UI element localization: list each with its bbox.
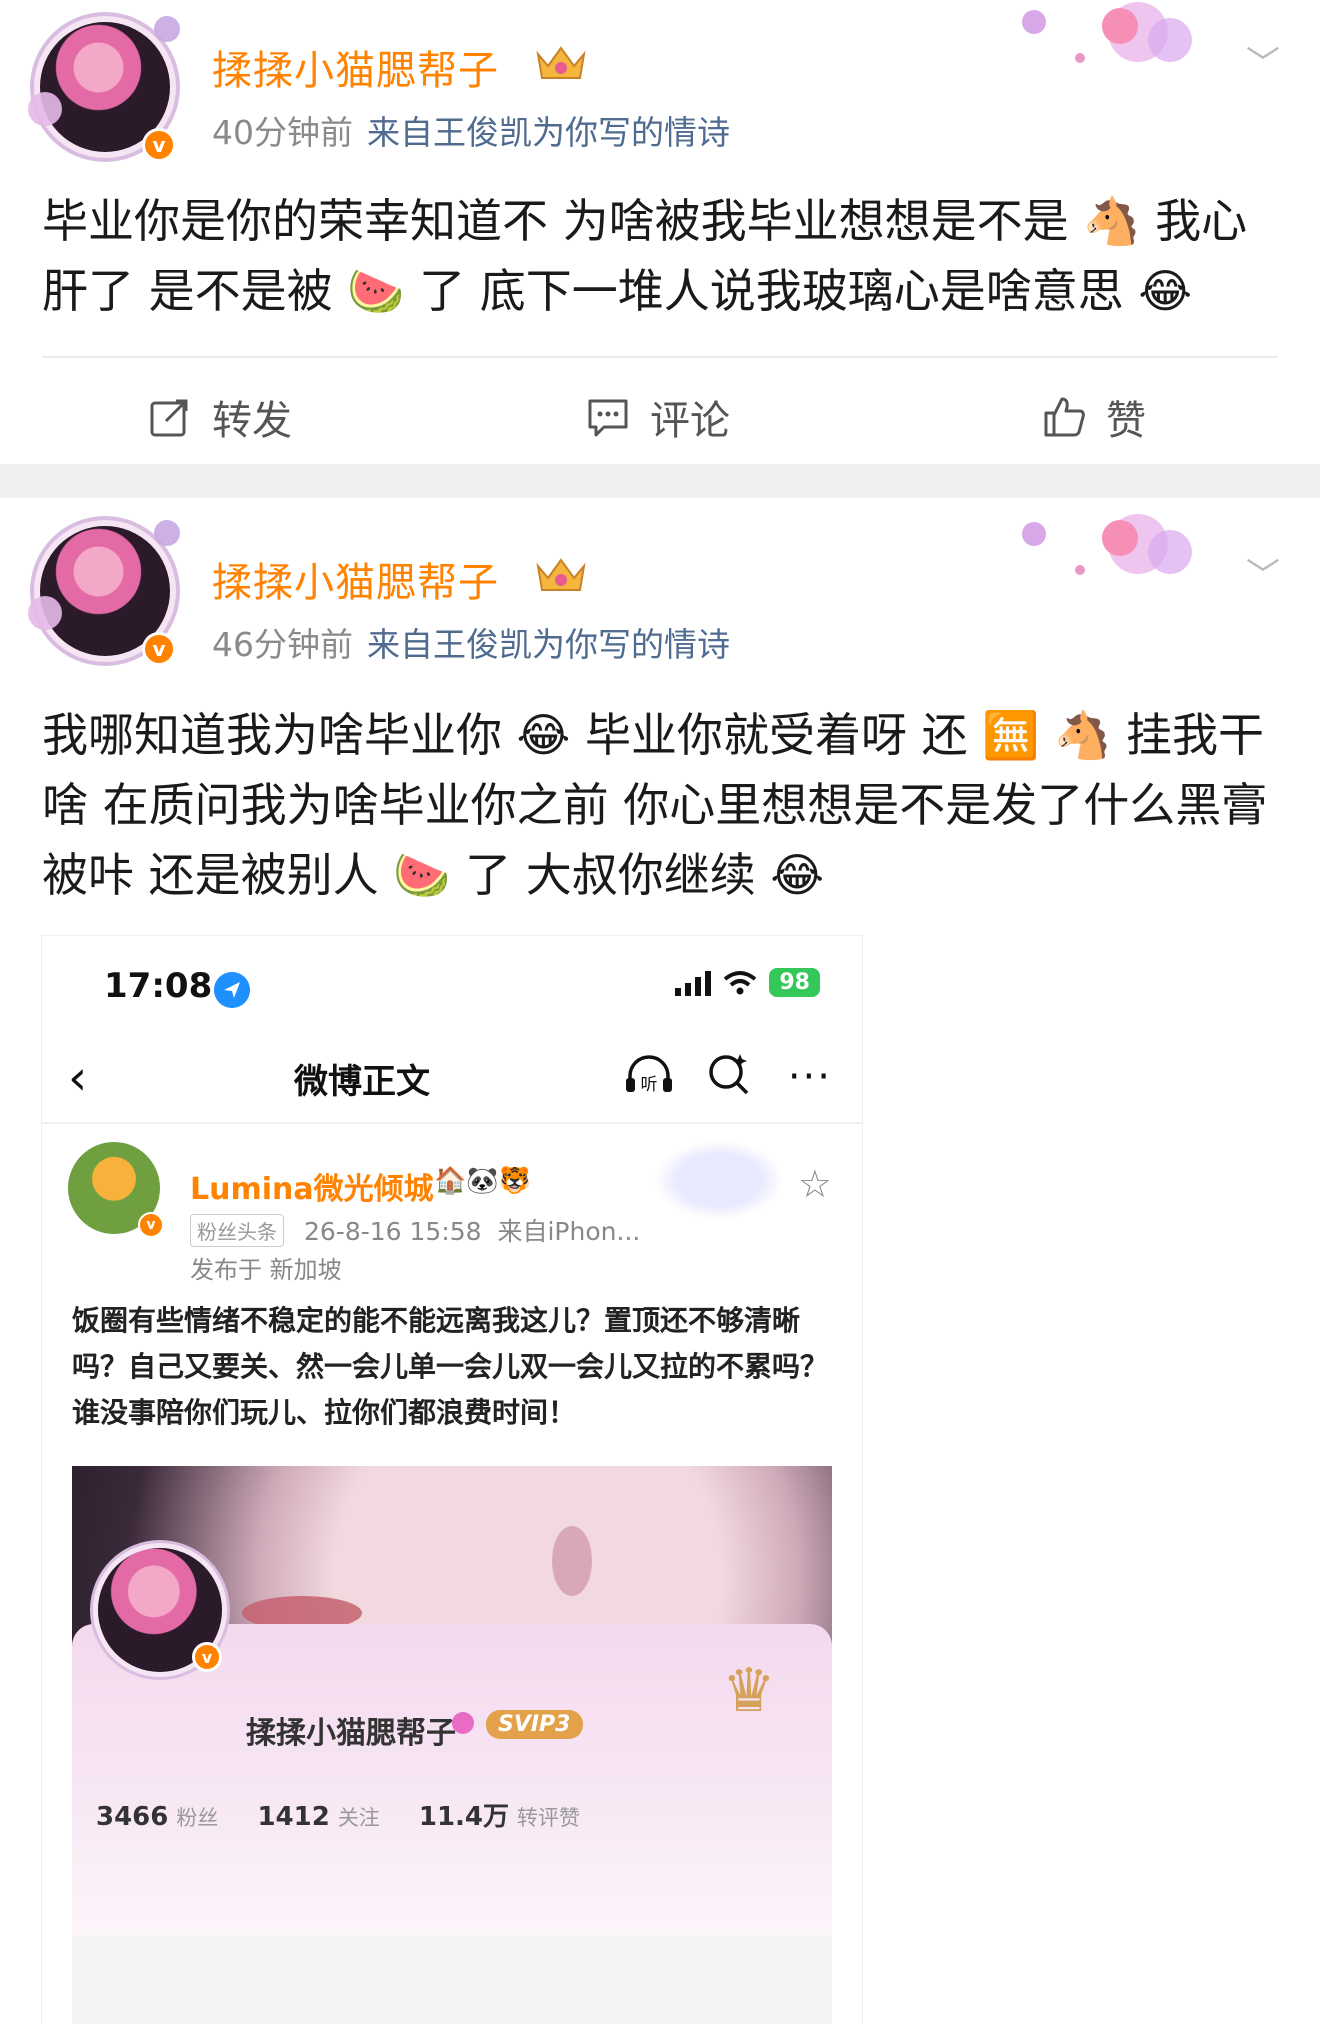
star-icon[interactable]: ☆ — [798, 1162, 832, 1206]
repost-icon — [150, 399, 188, 437]
post-text: 饭圈有些情绪不稳定的能不能远离我这儿？置顶还不够清晰吗？自己又要关、然一会儿单一… — [72, 1304, 829, 1429]
verified-badge-icon: v — [142, 128, 176, 162]
crown-badge-icon — [536, 558, 586, 591]
profile-username[interactable]: 揉揉小猫腮帮子 — [246, 1708, 456, 1752]
user-badges-icon: 🏠🐼🐯 — [434, 1166, 532, 1196]
post-datetime: 26-8-16 15:58 来自iPhon... — [304, 1212, 640, 1248]
photo-detail — [552, 1526, 592, 1596]
status-indicators: 98 — [675, 968, 820, 997]
post-time: 46分钟前 — [212, 625, 353, 664]
chevron-down-icon[interactable]: ﹀ — [1246, 36, 1280, 85]
post-meta: 46分钟前 来自王俊凯为你写的情诗 — [212, 618, 730, 666]
listen-label: 听 — [641, 1075, 658, 1095]
post-date: 26-8-16 15:58 — [304, 1217, 482, 1246]
poster-avatar[interactable]: v — [68, 1142, 164, 1238]
post-source: 来自iPhon... — [497, 1217, 641, 1246]
location-arrow-icon — [214, 972, 250, 1008]
profile-avatar[interactable]: v — [98, 1548, 222, 1672]
attached-screenshot[interactable]: 17:08 98 ‹ 微博正文 听 ··· v Lumina微光倾城 🏠🐼🐯 粉… — [42, 936, 862, 2024]
navigation-bar: ‹ 微博正文 听 ··· — [42, 1032, 862, 1122]
more-options-icon[interactable]: ··· — [788, 1054, 832, 1100]
post-source[interactable]: 来自王俊凯为你写的情诗 — [367, 113, 730, 152]
crown-badge-icon — [536, 46, 586, 79]
following-label: 关注 — [337, 1806, 380, 1830]
following-count[interactable]: 1412 — [257, 1802, 329, 1832]
verified-badge-icon: v — [192, 1642, 222, 1672]
interactions-label: 转评赞 — [517, 1806, 581, 1830]
decoration-icon — [1022, 514, 1192, 575]
post-actions: 转发 评论 赞 — [0, 356, 1320, 464]
weibo-post: v 揉揉小猫腮帮子 40分钟前 来自王俊凯为你写的情诗 ﹀ 毕业你是你的荣幸知道不… — [0, 0, 1320, 464]
verified-badge-icon: v — [138, 1212, 164, 1238]
like-button[interactable]: 赞 — [1042, 388, 1146, 446]
signal-icon — [675, 970, 712, 996]
post-source[interactable]: 来自王俊凯为你写的情诗 — [367, 625, 730, 664]
fans-headline-tag: 粉丝头条 — [190, 1214, 284, 1247]
thumbs-up-icon — [1044, 397, 1085, 437]
wifi-icon — [724, 970, 757, 994]
interactions-count[interactable]: 11.4万 — [419, 1802, 509, 1832]
battery-level: 98 — [769, 968, 820, 997]
profile-stats: 3466 粉丝 1412 关注 11.4万 转评赞 — [96, 1796, 610, 1833]
content-placeholder — [72, 1936, 832, 2024]
avatar[interactable]: v — [28, 14, 180, 164]
listen-headphones-icon[interactable]: 听 — [622, 1052, 676, 1096]
decoration-icon — [1022, 2, 1192, 63]
verified-badge-icon: v — [142, 632, 176, 666]
followers-count[interactable]: 3466 — [96, 1802, 168, 1832]
repost-button[interactable]: 转发 — [148, 388, 292, 446]
username[interactable]: 揉揉小猫腮帮子 — [212, 550, 499, 608]
poster-username[interactable]: Lumina微光倾城 — [190, 1164, 434, 1208]
crown-decoration-icon: ♛ — [722, 1656, 776, 1726]
avatar[interactable]: v — [28, 518, 180, 668]
post-meta: 40分钟前 来自王俊凯为你写的情诗 — [212, 106, 730, 154]
pin-icon — [452, 1712, 474, 1734]
comment-button[interactable]: 评论 — [586, 388, 730, 446]
comment-icon — [588, 399, 628, 437]
followers-label: 粉丝 — [176, 1806, 219, 1830]
comment-label: 评论 — [650, 398, 730, 444]
chevron-down-icon[interactable]: ﹀ — [1246, 548, 1280, 597]
divider — [42, 356, 1278, 358]
repost-label: 转发 — [212, 398, 292, 444]
post-text: 我哪知道我为啥毕业你 😂 毕业你就受着呀 还 🈚 🐴 挂我干啥 在质问我为啥毕业… — [42, 708, 1268, 902]
divider — [42, 1122, 862, 1124]
search-icon[interactable] — [706, 1050, 752, 1096]
post-text: 毕业你是你的荣幸知道不 为啥被我毕业想想是不是 🐴 我心肝了 是不是被 🍉 了 … — [42, 194, 1248, 318]
post-time: 40分钟前 — [212, 113, 353, 152]
status-clock: 17:08 — [104, 966, 213, 1006]
username[interactable]: 揉揉小猫腮帮子 — [212, 38, 499, 96]
like-label: 赞 — [1106, 398, 1146, 444]
cloud-decoration-icon — [654, 1140, 784, 1220]
feed-separator — [0, 464, 1320, 498]
weibo-post: v 揉揉小猫腮帮子 46分钟前 来自王俊凯为你写的情诗 ﹀ 我哪知道我为啥毕业你 … — [0, 498, 1320, 2024]
svip-badge: SVIP3 — [486, 1710, 583, 1739]
post-location: 发布于 新加坡 — [190, 1256, 342, 1284]
